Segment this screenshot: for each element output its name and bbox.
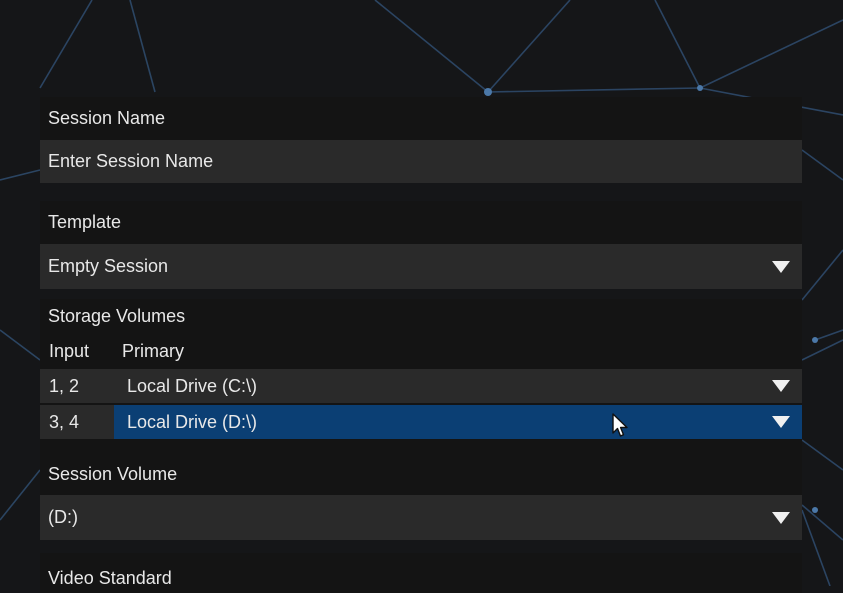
- session-volume-label: Session Volume: [40, 454, 802, 495]
- session-volume-value: (D:): [48, 507, 78, 527]
- storage-volumes-label: Storage Volumes: [48, 305, 186, 326]
- chevron-down-icon: [772, 260, 790, 273]
- session-volume-dropdown[interactable]: (D:): [40, 495, 802, 540]
- primary-drive-value: Local Drive (C:\): [127, 375, 258, 396]
- chevron-down-icon: [772, 416, 790, 428]
- primary-drive-value: Local Drive (D:\): [127, 411, 258, 432]
- template-value: Empty Session: [48, 256, 169, 276]
- template-dropdown[interactable]: Empty Session: [40, 244, 802, 289]
- mouse-cursor-icon: [612, 413, 628, 437]
- template-label: Template: [40, 201, 802, 244]
- column-header-input: Input: [49, 340, 90, 361]
- video-standard-label: Video Standard: [40, 553, 802, 593]
- storage-row-primary-dropdown[interactable]: Local Drive (C:\): [114, 369, 802, 403]
- storage-row-input: 3, 4: [40, 405, 114, 439]
- session-name-label: Session Name: [40, 97, 802, 140]
- chevron-down-icon: [772, 380, 790, 392]
- session-name-placeholder: Enter Session Name: [48, 151, 214, 171]
- chevron-down-icon: [772, 511, 790, 524]
- storage-row-primary-dropdown-selected[interactable]: Local Drive (D:\): [114, 405, 802, 439]
- storage-row-input: 1, 2: [40, 369, 114, 403]
- column-header-primary: Primary: [122, 340, 184, 361]
- session-name-input[interactable]: Enter Session Name: [40, 140, 802, 183]
- session-setup-panel: Session Name Enter Session Name Template…: [40, 97, 802, 593]
